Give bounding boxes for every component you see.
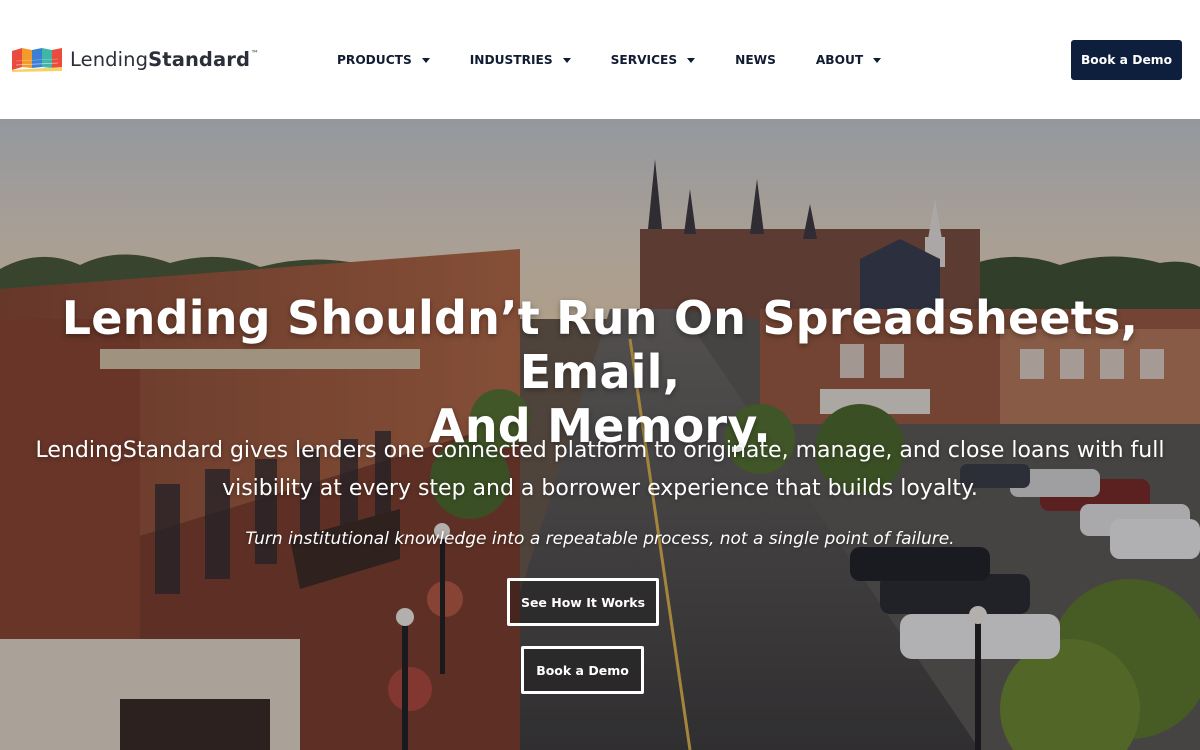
nav-item-news[interactable]: NEWS (735, 53, 776, 67)
trademark-symbol: ™ (251, 48, 260, 58)
site-header: Lending Standard ™ PRODUCTS INDUSTRIES SER… (0, 0, 1200, 119)
hero-subtitle: LendingStandard gives lenders one connec… (0, 432, 1200, 508)
header-book-demo-button[interactable]: Book a Demo (1071, 40, 1182, 80)
lendingstandard-logo-icon (12, 48, 62, 72)
hero-book-demo-button[interactable]: Book a Demo (521, 646, 644, 694)
see-how-it-works-button[interactable]: See How It Works (507, 578, 659, 626)
brand-name-bold: Standard (148, 47, 251, 71)
main-nav: PRODUCTS INDUSTRIES SERVICES NEWS ABOUT (337, 52, 882, 68)
hero-title: Lending Shouldn’t Run On Spreadsheets, E… (0, 291, 1200, 453)
nav-label-industries: INDUSTRIES (469, 53, 553, 67)
chevron-down-icon (873, 57, 882, 63)
hero-title-line-1: Lending Shouldn’t Run On Spreadsheets, E… (61, 291, 1139, 399)
chevron-down-icon (421, 57, 430, 63)
nav-item-products[interactable]: PRODUCTS (337, 53, 430, 67)
chevron-down-icon (687, 57, 696, 63)
brand-name-light: Lending (70, 47, 149, 71)
nav-label-news: NEWS (735, 53, 776, 67)
nav-label-about: ABOUT (815, 53, 864, 67)
nav-label-products: PRODUCTS (337, 53, 412, 67)
brand-wordmark: Lending Standard ™ (70, 48, 259, 71)
nav-item-industries[interactable]: INDUSTRIES (470, 53, 571, 67)
nav-item-services[interactable]: SERVICES (611, 53, 696, 67)
nav-item-about[interactable]: ABOUT (815, 53, 882, 67)
hero-tagline: Turn institutional knowledge into a repe… (245, 529, 955, 549)
nav-label-services: SERVICES (610, 53, 678, 67)
hero-section: Lending Shouldn’t Run On Spreadsheets, E… (0, 119, 1200, 750)
hero-subtitle-line-2: visibility at every step and a borrower … (222, 476, 978, 501)
hero-subtitle-line-1: LendingStandard gives lenders one connec… (35, 438, 1165, 463)
brand-logo[interactable]: Lending Standard ™ (10, 45, 259, 73)
chevron-down-icon (562, 57, 571, 63)
